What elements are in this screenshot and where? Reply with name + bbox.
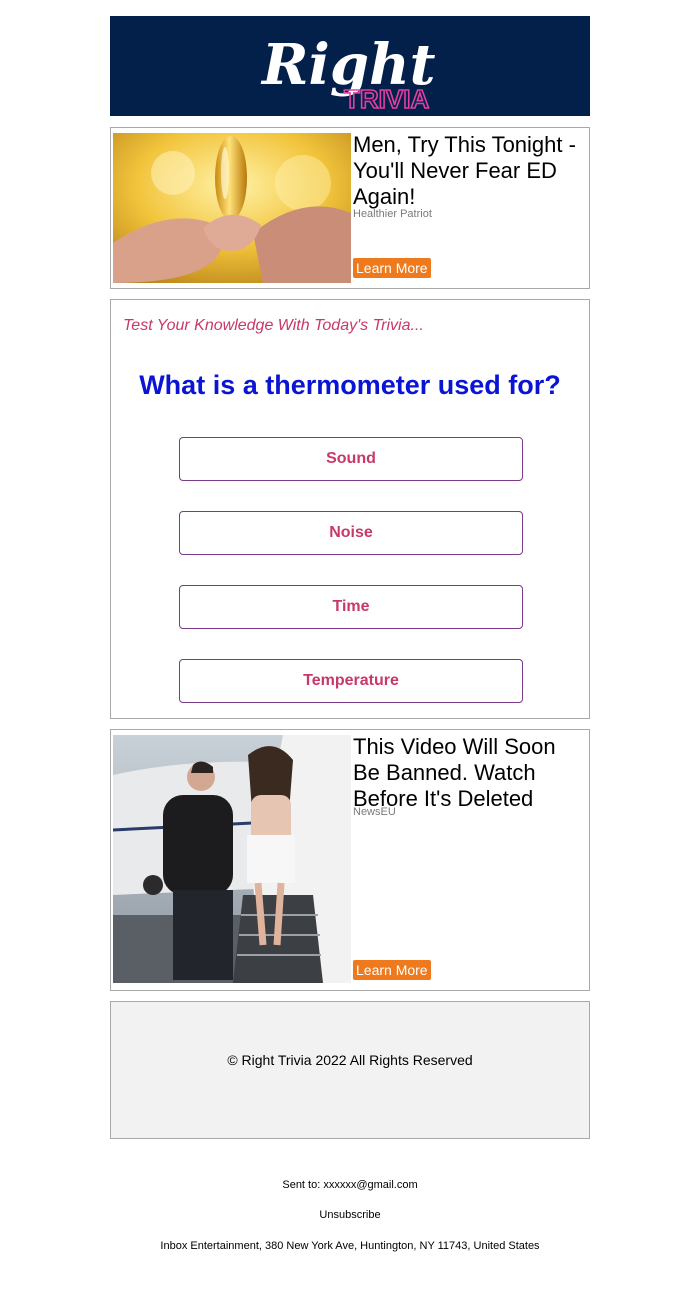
answer-button-time[interactable]: Time [179, 585, 523, 629]
recipient-email: xxxxxx@gmail.com [323, 1179, 418, 1191]
learn-more-button[interactable]: Learn More [353, 960, 431, 980]
ad-image-jet-stairs[interactable] [113, 735, 351, 983]
sender-address: Inbox Entertainment, 380 New York Ave, H… [160, 1240, 540, 1252]
right-trivia-logo[interactable]: Right TRIVIA [256, 22, 456, 112]
trivia-question: What is a thermometer used for? [139, 370, 561, 400]
sent-to-label: Sent to: [282, 1179, 321, 1191]
ad-source-label: Healthier Patriot [353, 208, 432, 220]
sent-to-line: Sent to: xxxxxx@gmail.com [0, 1179, 700, 1191]
sponsored-ad-2[interactable]: This Video Will Soon Be Banned. Watch Be… [110, 729, 590, 991]
sponsored-ad-1[interactable]: Men, Try This Tonight - You'll Never Fea… [110, 127, 590, 289]
ad-source-label: NewsEU [353, 806, 396, 818]
svg-text:TRIVIA: TRIVIA [344, 84, 429, 112]
trivia-tagline: Test Your Knowledge With Today's Trivia.… [123, 317, 424, 334]
copyright-text: © Right Trivia 2022 All Rights Reserved [227, 1052, 473, 1068]
answer-button-sound[interactable]: Sound [179, 437, 523, 481]
learn-more-button[interactable]: Learn More [353, 258, 431, 278]
answer-button-temperature[interactable]: Temperature [179, 659, 523, 703]
ad-headline[interactable]: Men, Try This Tonight - You'll Never Fea… [353, 132, 587, 210]
header-banner: Right TRIVIA [110, 16, 590, 116]
footer-box: © Right Trivia 2022 All Rights Reserved [110, 1001, 590, 1139]
unsubscribe-link[interactable]: Unsubscribe [0, 1209, 700, 1221]
trivia-card: Test Your Knowledge With Today's Trivia.… [110, 299, 590, 719]
ad-image-capsule[interactable] [113, 133, 351, 283]
answer-button-noise[interactable]: Noise [179, 511, 523, 555]
ad-headline[interactable]: This Video Will Soon Be Banned. Watch Be… [353, 734, 587, 812]
